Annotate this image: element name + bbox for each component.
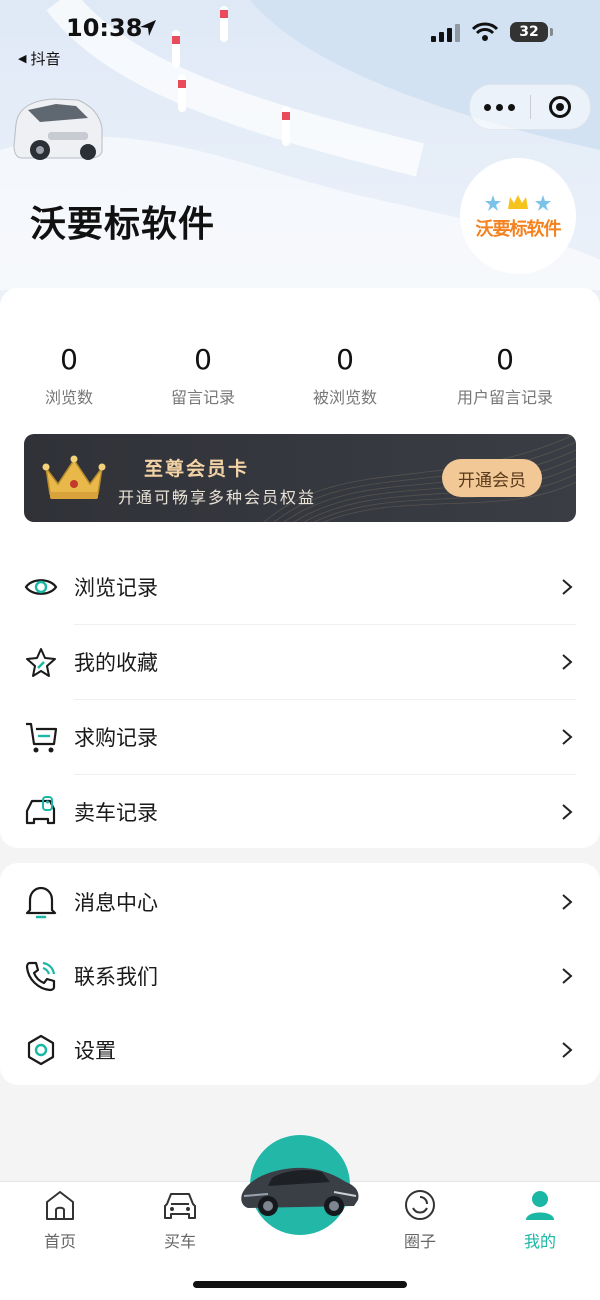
stat-label: 被浏览数	[312, 388, 377, 407]
menu-item-settings[interactable]: 设置	[24, 1013, 576, 1087]
stat-viewed[interactable]: 0 被浏览数	[300, 344, 390, 408]
menu-item-label: 我的收藏	[74, 651, 158, 675]
avatar[interactable]: 沃要标软件	[460, 158, 576, 274]
menu-item-browse-history[interactable]: 浏览记录	[24, 550, 576, 624]
chevron-right-icon	[562, 579, 573, 595]
stat-label: 浏览数	[44, 388, 93, 407]
star-icon	[24, 645, 58, 679]
crown-stars-icon	[485, 195, 551, 211]
car-illustration	[13, 98, 103, 160]
eye-icon	[24, 570, 58, 604]
close-button[interactable]	[531, 96, 591, 118]
vip-subtitle: 开通可畅享多种会员权益	[118, 488, 317, 507]
car-tag-icon	[24, 795, 58, 829]
chevron-right-icon	[562, 804, 573, 820]
menu-item-label: 设置	[74, 1039, 116, 1063]
home-icon	[46, 1191, 74, 1220]
chevron-right-icon	[562, 654, 573, 670]
tab-label: 买车	[163, 1232, 196, 1251]
back-to-app[interactable]: ◀ 抖音	[18, 48, 60, 69]
menu-item-purchase-records[interactable]: 求购记录	[24, 700, 576, 774]
cellular-signal-icon	[431, 22, 460, 42]
menu-item-sell-records[interactable]: 卖车记录	[24, 775, 576, 849]
menu-item-label: 求购记录	[74, 726, 158, 750]
cart-icon	[24, 720, 58, 754]
menu-item-favorites[interactable]: 我的收藏	[24, 625, 576, 699]
stat-views[interactable]: 0 浏览数	[29, 344, 109, 408]
hexagon-settings-icon	[24, 1033, 58, 1067]
stat-label: 用户留言记录	[456, 388, 553, 407]
stat-value: 0	[194, 343, 212, 376]
circle-face-icon	[405, 1190, 435, 1220]
phone-icon	[24, 959, 58, 993]
crown-icon	[42, 455, 106, 499]
tab-label: 首页	[43, 1232, 76, 1251]
stat-label: 留言记录	[170, 388, 235, 407]
menu-item-label: 联系我们	[74, 965, 158, 989]
wifi-icon	[472, 22, 498, 41]
battery-icon: 32	[510, 22, 553, 42]
stat-user-messages[interactable]: 0 用户留言记录	[450, 344, 560, 408]
vip-card[interactable]: 至尊会员卡 开通可畅享多种会员权益 开通会员	[24, 434, 576, 522]
tab-buy-car[interactable]: 买车	[140, 1188, 220, 1252]
tab-label: 我的	[523, 1232, 556, 1251]
menu-item-label: 消息中心	[74, 891, 158, 915]
miniprogram-capsule	[469, 84, 591, 130]
vip-title: 至尊会员卡	[144, 458, 250, 480]
home-indicator	[193, 1281, 407, 1288]
chevron-right-icon	[562, 894, 573, 910]
user-icon	[526, 1191, 554, 1220]
logo-text: 沃要标软件	[475, 219, 562, 240]
bell-icon	[24, 885, 58, 919]
status-indicators: 32	[431, 22, 553, 42]
stat-messages[interactable]: 0 留言记录	[158, 344, 248, 408]
status-time: 10:38	[66, 14, 143, 42]
more-button[interactable]	[470, 103, 530, 111]
stat-value: 0	[336, 343, 354, 376]
menu-item-message-center[interactable]: 消息中心	[24, 865, 576, 939]
tab-mine[interactable]: 我的	[500, 1188, 580, 1252]
location-arrow-icon	[140, 20, 156, 36]
menu-item-label: 卖车记录	[74, 801, 158, 825]
menu-item-label: 浏览记录	[74, 576, 158, 600]
tab-home[interactable]: 首页	[20, 1188, 100, 1252]
menu-list-2: 消息中心 联系我们 设置	[24, 865, 576, 1087]
menu-item-contact-us[interactable]: 联系我们	[24, 939, 576, 1013]
chevron-right-icon	[562, 968, 573, 984]
header-background: 10:38 ◀ 抖音 32 沃要标软件 沃要标软件	[0, 0, 600, 330]
chevron-right-icon	[562, 1042, 573, 1058]
target-close-icon	[549, 96, 572, 118]
page-title: 沃要标软件	[30, 204, 216, 245]
car-front-icon	[164, 1193, 196, 1219]
stat-value: 0	[496, 343, 514, 376]
sports-car-icon	[241, 1167, 359, 1216]
open-vip-button[interactable]: 开通会员	[442, 459, 542, 497]
stat-value: 0	[60, 343, 78, 376]
more-dots-icon	[484, 103, 492, 111]
settings-card: 消息中心 联系我们 设置	[0, 863, 600, 1085]
tab-circle[interactable]: 圈子	[380, 1188, 460, 1252]
back-app-label: 抖音	[30, 50, 61, 68]
tab-label: 圈子	[403, 1232, 436, 1251]
chevron-right-icon	[562, 729, 573, 745]
back-triangle-icon: ◀	[18, 52, 27, 65]
menu-list-1: 浏览记录 我的收藏 求购记录 卖车记录	[24, 550, 576, 849]
profile-card: 0 浏览数 0 留言记录 0 被浏览数 0 用户留言记录 至尊会员卡 开通可畅享…	[0, 288, 600, 848]
